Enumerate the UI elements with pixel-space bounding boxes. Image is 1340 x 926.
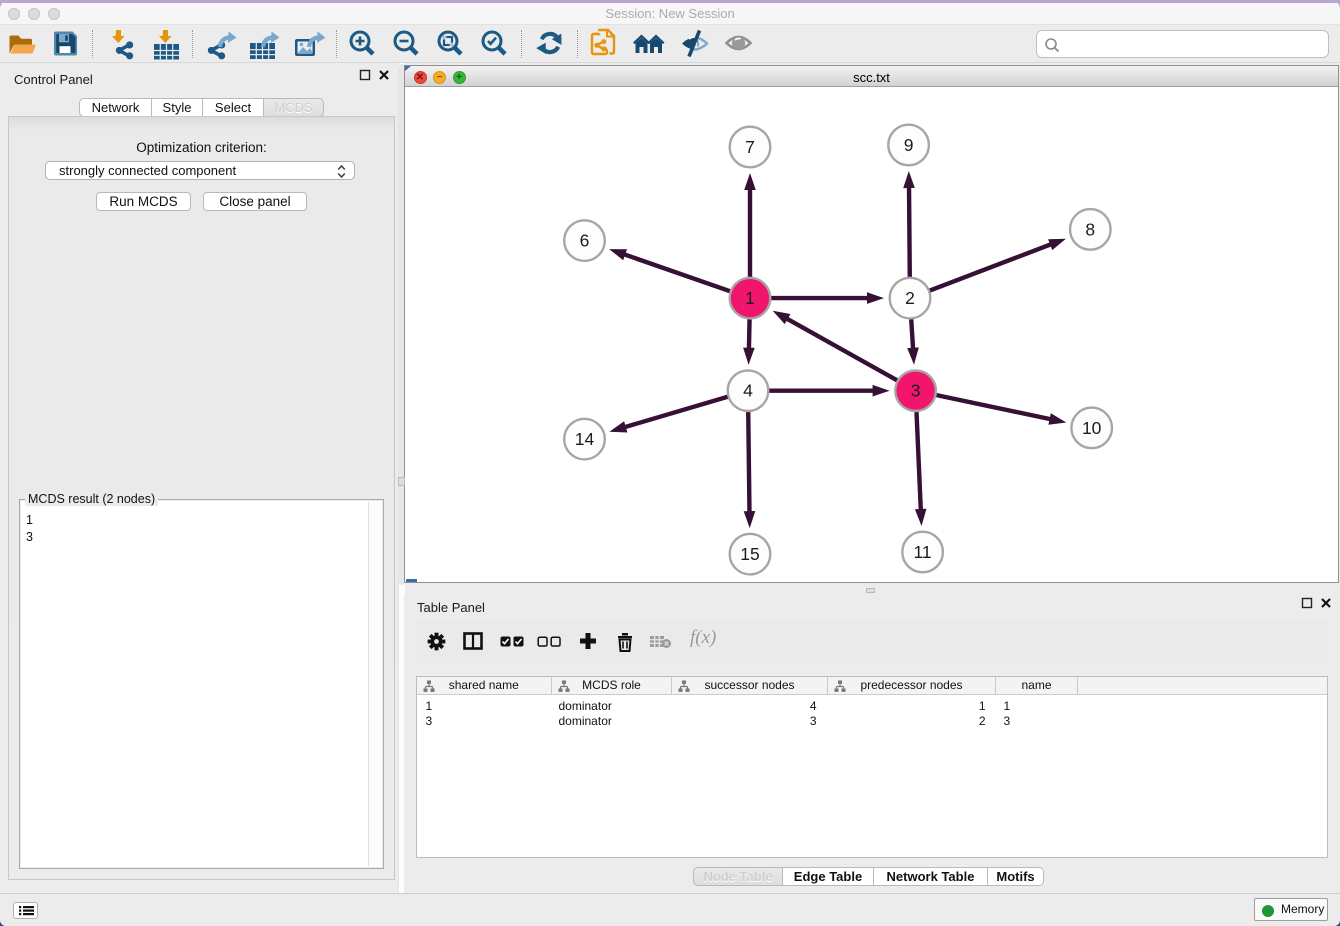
svg-text:6: 6: [580, 231, 590, 251]
svg-text:4: 4: [743, 381, 753, 401]
svg-text:7: 7: [745, 137, 755, 157]
svg-text:9: 9: [904, 135, 914, 155]
svg-text:15: 15: [740, 544, 759, 564]
svg-text:1: 1: [745, 288, 755, 308]
svg-text:11: 11: [914, 542, 932, 562]
svg-text:8: 8: [1085, 219, 1095, 239]
svg-text:2: 2: [905, 288, 915, 308]
svg-text:10: 10: [1082, 418, 1102, 438]
svg-text:14: 14: [575, 429, 595, 449]
svg-text:3: 3: [911, 381, 921, 401]
